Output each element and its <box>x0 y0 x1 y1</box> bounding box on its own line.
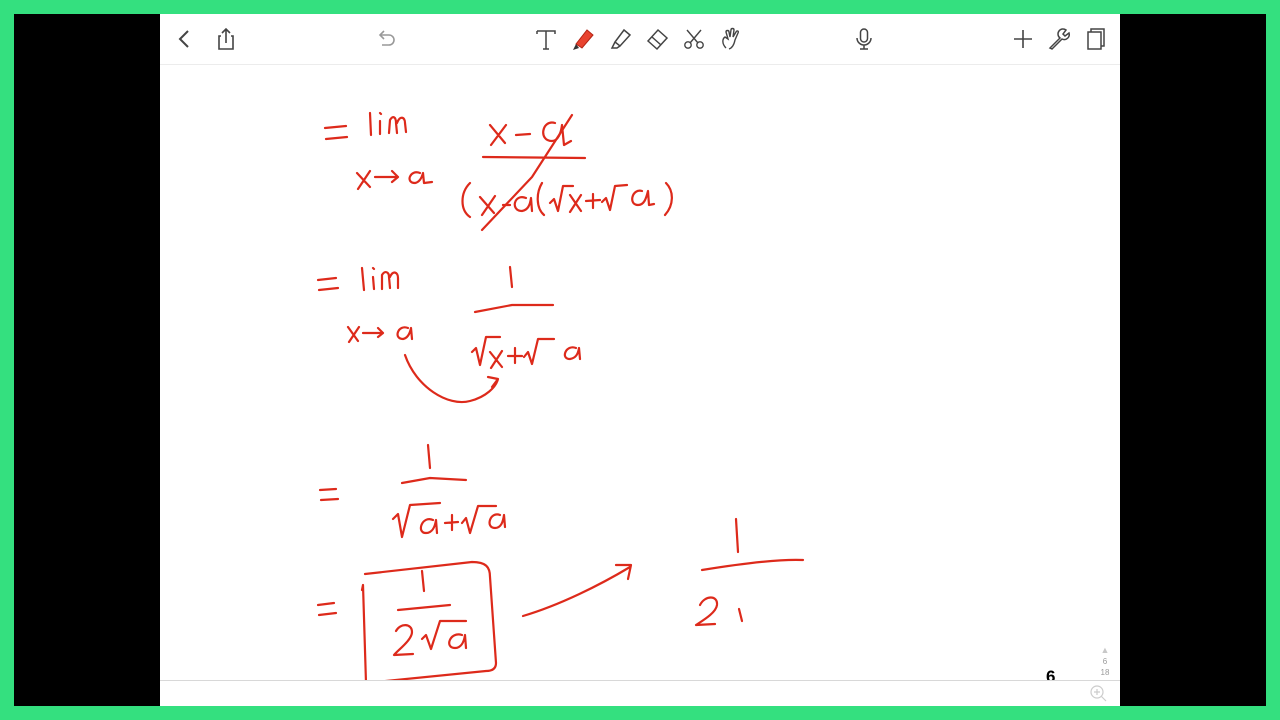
ink-denominator-2 <box>470 335 582 370</box>
add-icon <box>1014 30 1032 48</box>
ink-equals-2 <box>316 276 340 292</box>
ink-substitution-arrow-2 <box>403 353 500 404</box>
zoom-button[interactable] <box>1088 683 1108 703</box>
text-tool-button[interactable] <box>531 24 561 54</box>
ink-partial-bar <box>700 558 805 572</box>
share-icon <box>218 27 234 50</box>
pen-tool-icon <box>573 29 594 50</box>
ink-equals-1 <box>323 124 349 141</box>
highlighter-tool-icon <box>610 28 632 49</box>
bottom-bar <box>160 680 1120 706</box>
ink-answer-denominator <box>392 619 468 657</box>
handwritten-math-ink <box>316 111 805 681</box>
zoom-icon <box>1090 685 1107 702</box>
ink-answer-one <box>420 569 426 593</box>
microphone-icon <box>856 28 872 50</box>
ink-equals-3 <box>318 487 340 502</box>
ink-denominator-3 <box>391 501 507 539</box>
text-tool-icon <box>536 30 556 50</box>
pen-tool-button[interactable] <box>568 24 598 54</box>
back-button[interactable] <box>170 24 200 54</box>
ink-lim-1 <box>368 111 408 137</box>
settings-button[interactable] <box>1044 24 1074 54</box>
notes-app-window: 6 ▲ 6 18 ▼ <box>160 14 1120 706</box>
ink-denominator-1 <box>461 181 673 219</box>
highlighter-tool-button[interactable] <box>605 24 635 54</box>
total-pages-indicator: 18 <box>1100 668 1110 677</box>
toolbar <box>160 14 1120 65</box>
ink-x-to-a-1 <box>355 169 434 191</box>
lasso-tool-button[interactable] <box>679 24 709 54</box>
eraser-tool-icon <box>646 28 669 51</box>
ink-lim-2 <box>360 266 400 292</box>
undo-icon <box>378 30 395 46</box>
ink-result-arrow <box>521 563 633 618</box>
record-audio-button[interactable] <box>849 24 879 54</box>
current-page-indicator: 6 <box>1102 657 1108 666</box>
ink-answer-box <box>360 560 498 681</box>
ink-one-2 <box>508 265 514 289</box>
undo-button[interactable] <box>371 24 401 54</box>
add-page-button[interactable] <box>1008 24 1038 54</box>
wrench-icon <box>1048 28 1070 50</box>
back-icon <box>178 30 189 48</box>
ink-partial-two <box>694 596 744 627</box>
ink-fraction-bar-2 <box>473 303 555 314</box>
note-canvas[interactable]: 6 ▲ 6 18 ▼ <box>160 65 1120 688</box>
share-button[interactable] <box>211 24 241 54</box>
shapes-hand-icon <box>722 27 739 50</box>
shapes-tool-button[interactable] <box>715 24 745 54</box>
page-view-icon <box>1087 28 1105 50</box>
ink-answer-bar <box>396 603 452 612</box>
ink-x-to-a-2 <box>346 325 414 344</box>
ink-fraction-bar-1 <box>481 155 587 160</box>
ink-partial-one <box>734 517 740 554</box>
eraser-tool-button[interactable] <box>642 24 672 54</box>
page-view-button[interactable] <box>1080 24 1110 54</box>
ink-one-3 <box>426 443 432 470</box>
lasso-scissors-icon <box>684 29 704 49</box>
page-up-icon[interactable]: ▲ <box>1094 645 1116 656</box>
ink-equals-4 <box>316 601 338 617</box>
ink-fraction-bar-3 <box>400 476 468 485</box>
